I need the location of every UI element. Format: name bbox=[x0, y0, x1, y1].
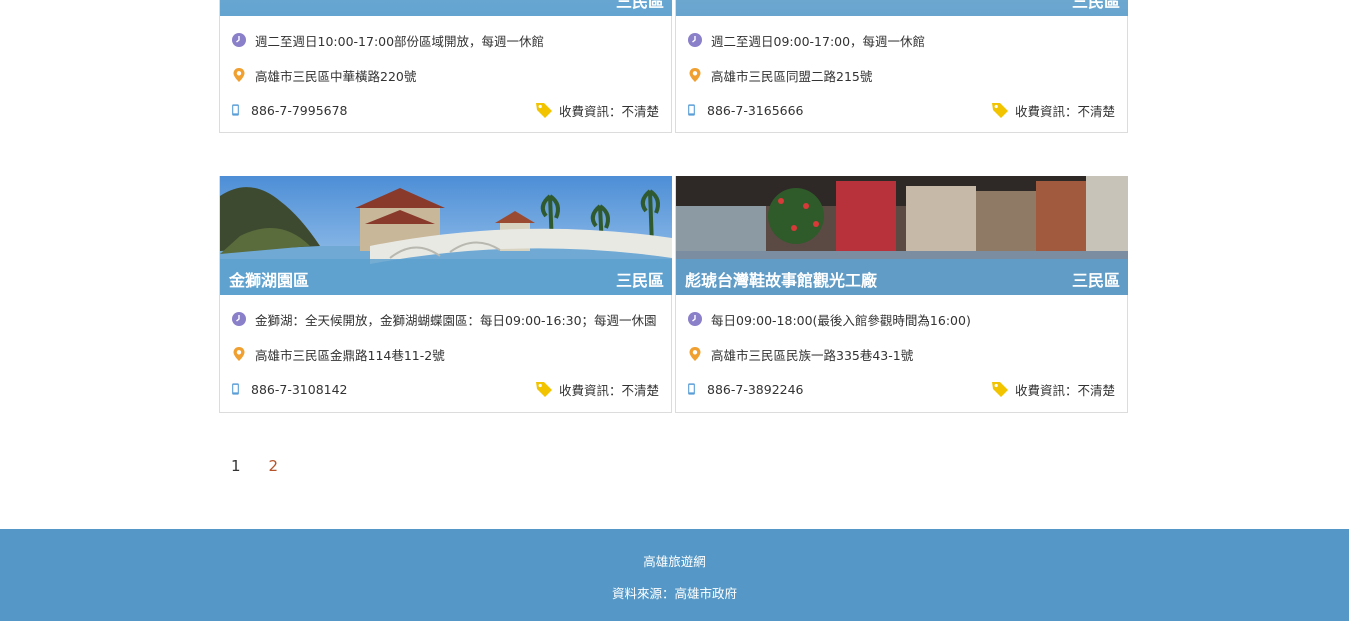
footer-site-title: 高雄旅遊網 bbox=[643, 554, 706, 569]
address-text: 高雄市三民區金鼎路114巷11-2號 bbox=[255, 347, 445, 363]
fee-text: 收費資訊：不清楚 bbox=[1014, 103, 1115, 119]
phone-text: 886-7-3108142 bbox=[251, 381, 348, 397]
hours-row: 每日09:00-18:00(最後入館參觀時間為16:00) bbox=[687, 309, 971, 329]
attraction-card[interactable]: 三民區 週二至週日09:00-17:00，每週一休館 高雄市三民區同盟二路215… bbox=[675, 0, 1128, 133]
address-text: 高雄市三民區同盟二路215號 bbox=[711, 68, 873, 84]
tag-icon bbox=[535, 103, 552, 118]
phone-row: 886-7-3165666 bbox=[687, 100, 804, 120]
fee-info: 收費資訊：不清楚 bbox=[991, 100, 1115, 120]
tag-icon bbox=[991, 382, 1008, 397]
phone-icon bbox=[688, 104, 695, 116]
tag-icon bbox=[535, 382, 552, 397]
photo-caption: 三民區 bbox=[220, 0, 672, 16]
hours-text: 金獅湖：全天候開放，金獅湖蝴蝶園區：每日09:00-16:30；每週一休園 bbox=[255, 312, 657, 328]
attraction-photo: 三民區 bbox=[676, 0, 1128, 16]
phone-text: 886-7-3165666 bbox=[707, 102, 804, 118]
clock-icon bbox=[688, 33, 702, 47]
hours-text: 週二至週日10:00-17:00部份區域開放，每週一休館 bbox=[255, 33, 545, 49]
photo-caption: 金獅湖園區 三民區 bbox=[220, 259, 672, 295]
address-text: 高雄市三民區民族一路335巷43-1號 bbox=[711, 347, 914, 363]
hours-row: 金獅湖：全天候開放，金獅湖蝴蝶園區：每日09:00-16:30；每週一休園 bbox=[231, 309, 657, 329]
phone-row: 886-7-7995678 bbox=[231, 100, 348, 120]
phone-row: 886-7-3108142 bbox=[231, 379, 348, 399]
phone-icon bbox=[232, 383, 239, 395]
clock-icon bbox=[232, 312, 246, 326]
phone-text: 886-7-3892246 bbox=[707, 381, 804, 397]
page-2-link[interactable]: 2 bbox=[269, 457, 279, 475]
address-row: 高雄市三民區中華橫路220號 bbox=[231, 65, 416, 85]
map-pin-icon bbox=[233, 68, 245, 82]
page-1-current[interactable]: 1 bbox=[231, 457, 241, 475]
attraction-name: 金獅湖園區 bbox=[229, 271, 310, 290]
address-row: 高雄市三民區民族一路335巷43-1號 bbox=[687, 344, 913, 364]
footer-data-source: 資料來源：高雄市政府 bbox=[611, 586, 737, 601]
pagination: 1 2 bbox=[231, 457, 278, 475]
phone-row: 886-7-3892246 bbox=[687, 379, 804, 399]
hours-text: 週二至週日09:00-17:00，每週一休館 bbox=[711, 33, 926, 49]
fee-text: 收費資訊：不清楚 bbox=[1014, 382, 1115, 398]
attraction-photo: 三民區 bbox=[220, 0, 672, 16]
photo-caption: 彪琥台灣鞋故事館觀光工廠 三民區 bbox=[676, 259, 1128, 295]
hours-row: 週二至週日10:00-17:00部份區域開放，每週一休館 bbox=[231, 30, 544, 50]
fee-info: 收費資訊：不清楚 bbox=[991, 379, 1115, 399]
phone-text: 886-7-7995678 bbox=[251, 102, 348, 118]
fee-text: 收費資訊：不清楚 bbox=[558, 103, 659, 119]
attraction-photo: 金獅湖園區 三民區 bbox=[220, 176, 672, 295]
district-label: 三民區 bbox=[1071, 271, 1120, 290]
phone-icon bbox=[232, 104, 239, 116]
clock-icon bbox=[232, 33, 246, 47]
address-text: 高雄市三民區中華橫路220號 bbox=[255, 68, 417, 84]
attraction-card[interactable]: 彪琥台灣鞋故事館觀光工廠 三民區 每日09:00-18:00(最後入館參觀時間為… bbox=[675, 176, 1128, 413]
site-footer: 高雄旅遊網 資料來源：高雄市政府 bbox=[0, 529, 1349, 621]
map-pin-icon bbox=[689, 347, 701, 361]
map-pin-icon bbox=[233, 347, 245, 361]
attraction-card[interactable]: 金獅湖園區 三民區 金獅湖：全天候開放，金獅湖蝴蝶園區：每日09:00-16:3… bbox=[219, 176, 672, 413]
phone-icon bbox=[688, 383, 695, 395]
clock-icon bbox=[688, 312, 702, 326]
district-label: 三民區 bbox=[615, 0, 664, 11]
district-label: 三民區 bbox=[615, 271, 664, 290]
fee-info: 收費資訊：不清楚 bbox=[535, 379, 659, 399]
attraction-name: 彪琥台灣鞋故事館觀光工廠 bbox=[685, 271, 878, 290]
photo-caption: 三民區 bbox=[676, 0, 1128, 16]
hours-text: 每日09:00-18:00(最後入館參觀時間為16:00) bbox=[711, 312, 971, 328]
district-label: 三民區 bbox=[1071, 0, 1120, 11]
address-row: 高雄市三民區金鼎路114巷11-2號 bbox=[231, 344, 445, 364]
fee-text: 收費資訊：不清楚 bbox=[558, 382, 659, 398]
fee-info: 收費資訊：不清楚 bbox=[535, 100, 659, 120]
hours-row: 週二至週日09:00-17:00，每週一休館 bbox=[687, 30, 925, 50]
attraction-card[interactable]: 三民區 週二至週日10:00-17:00部份區域開放，每週一休館 高雄市三民區中… bbox=[219, 0, 672, 133]
tag-icon bbox=[991, 103, 1008, 118]
address-row: 高雄市三民區同盟二路215號 bbox=[687, 65, 872, 85]
map-pin-icon bbox=[689, 68, 701, 82]
attraction-photo: 彪琥台灣鞋故事館觀光工廠 三民區 bbox=[676, 176, 1128, 295]
